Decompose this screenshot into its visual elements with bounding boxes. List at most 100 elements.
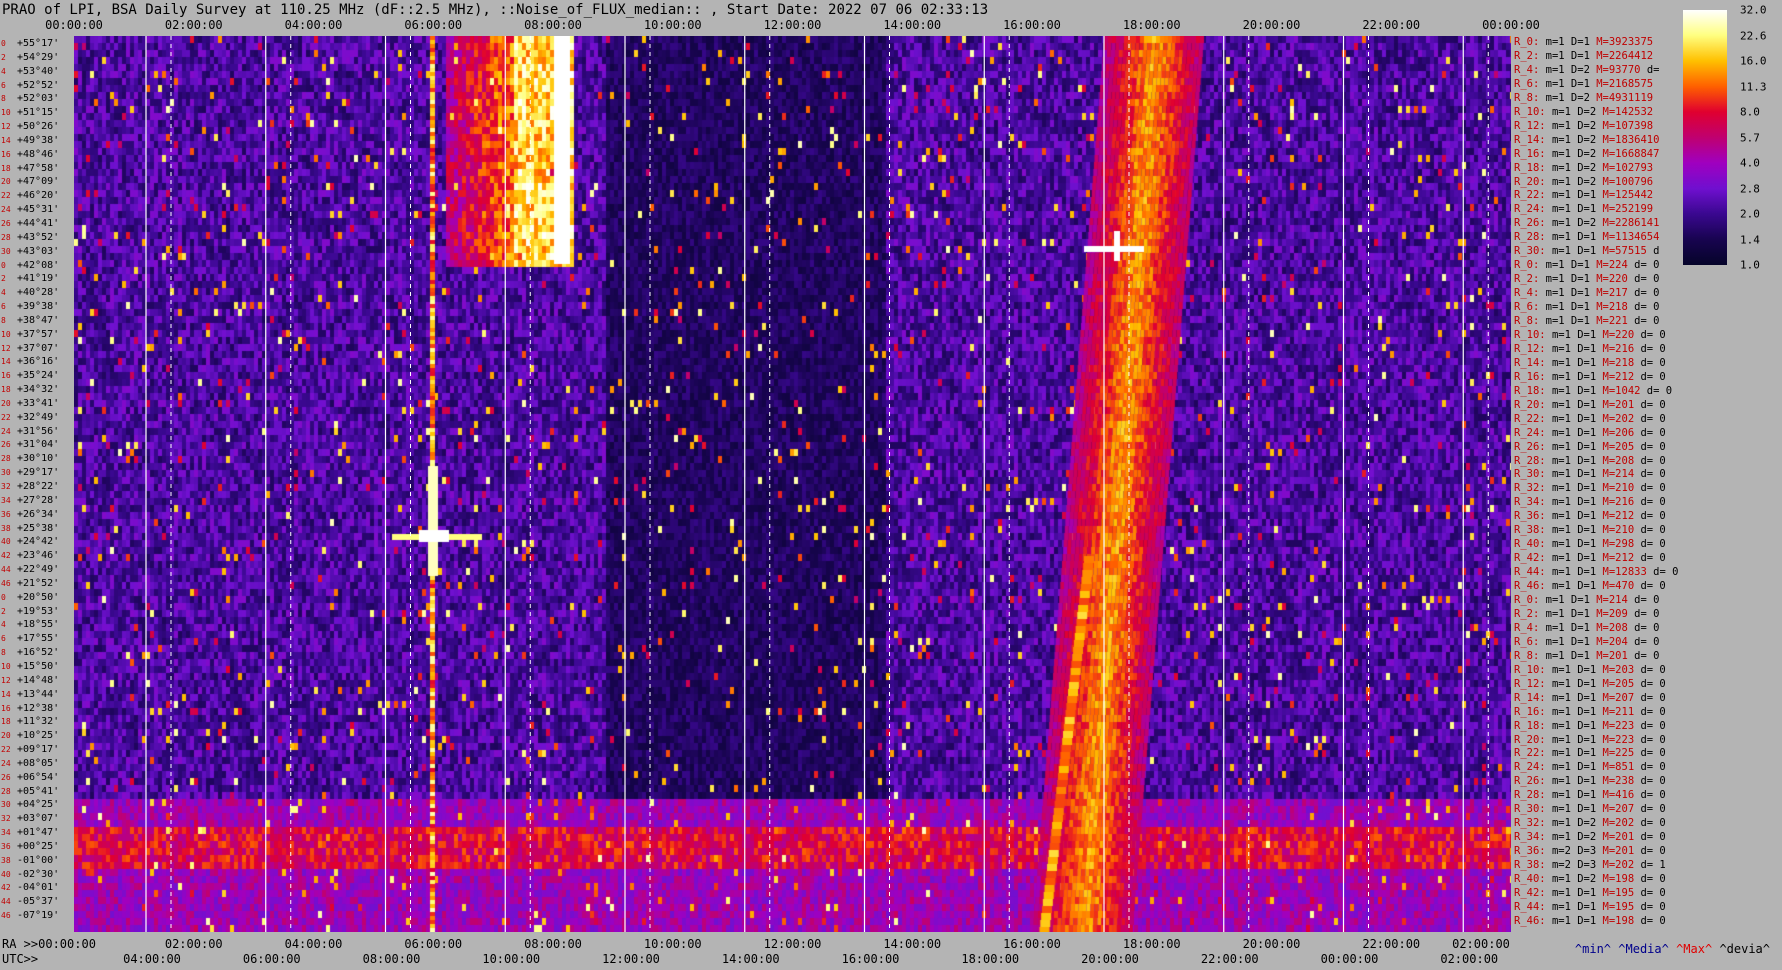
receiver-d-value: D=2 <box>1577 873 1597 885</box>
receiver-r-value: R_10: <box>1514 328 1546 341</box>
receiver-d-value: D=1 <box>1577 440 1597 453</box>
beam-index: 38 <box>1 855 11 865</box>
declination-label: 12 +14°48' <box>1 675 59 687</box>
declination-value: +18°55' <box>17 619 60 631</box>
receiver-m-value: m=1 <box>1551 831 1571 844</box>
utc-axis-label: UTC>> <box>2 952 39 966</box>
receiver-m-value: M=202 <box>1602 412 1635 425</box>
top-time-tick: 00:00:00 <box>1482 18 1540 32</box>
declination-label: 42 +23°46' <box>1 550 59 562</box>
beam-index: 2 <box>1 606 6 616</box>
receiver-d-value: D=1 <box>1577 189 1597 202</box>
receiver-d-value: D=1 <box>1577 384 1597 397</box>
beam-index: 20 <box>1 398 11 408</box>
receiver-d-value: D=1 <box>1577 510 1597 523</box>
receiver-d-value: D=1 <box>1570 36 1590 48</box>
utc-tick: 06:00:00 <box>242 952 301 966</box>
receiver-r-value: R_28: <box>1514 231 1546 244</box>
beam-index: 28 <box>1 454 11 464</box>
receiver-m-value: M=100796 <box>1602 175 1654 188</box>
beam-index: 18 <box>1 385 11 395</box>
receiver-r-value: R_10: <box>1514 663 1546 676</box>
receiver-m-value: M=206 <box>1602 426 1635 439</box>
receiver-m-value: m=1 <box>1551 691 1571 704</box>
receiver-d-value: D=2 <box>1577 133 1597 146</box>
beam-index: 6 <box>1 634 6 644</box>
utc-tick: 18:00:00 <box>961 952 1020 966</box>
receiver-r-value: R_28: <box>1514 454 1546 467</box>
receiver-r-value: R_0: <box>1514 36 1540 48</box>
receiver-row: R_10: m=1 D=1 M=203 d= 0 <box>1514 664 1672 677</box>
receiver-x-value: d= 0 <box>1640 663 1666 676</box>
receiver-m-value: m=1 <box>1551 245 1571 258</box>
receiver-m-value: M=218 <box>1602 356 1635 369</box>
receiver-row: R_8: m=1 D=2 M=4931119 <box>1514 92 1666 105</box>
declination-value: +22°49' <box>17 564 60 576</box>
receiver-r-value: R_18: <box>1514 384 1546 397</box>
declination-value: +42°08' <box>17 259 60 271</box>
receiver-x-value: d= 0 <box>1640 482 1666 495</box>
receiver-m-value: M=202 <box>1602 817 1635 830</box>
declination-label: 34 +01°47' <box>1 827 59 839</box>
declination-value: +52°03' <box>17 93 60 105</box>
ra-tick: 02:00:00 <box>1452 937 1510 951</box>
declination-label: 42 -04°01' <box>1 882 59 894</box>
receiver-d-value: D=2 <box>1577 161 1597 174</box>
receiver-m-value: m=1 <box>1545 649 1565 662</box>
declination-value: +17°55' <box>17 633 60 645</box>
declination-label: 6 +52°52' <box>1 80 59 92</box>
receiver-row: R_26: m=1 D=1 M=238 d= 0 <box>1514 775 1672 788</box>
ra-tick: 20:00:00 <box>1242 937 1301 951</box>
declination-label: 10 +51°15' <box>1 107 59 119</box>
declination-value: +16°52' <box>17 647 60 659</box>
receiver-m-value: M=223 <box>1602 719 1635 732</box>
declination-value: +34°32' <box>17 384 60 396</box>
receiver-m-value: m=1 <box>1551 412 1571 425</box>
receiver-r-value: R_10: <box>1514 105 1546 118</box>
receiver-row: R_8: m=1 D=1 M=221 d= 0 <box>1514 315 1666 328</box>
receiver-d-value: D=2 <box>1577 147 1597 160</box>
receiver-m-value: M=212 <box>1602 370 1635 383</box>
receiver-row: R_36: m=2 D=3 M=201 d= 0 <box>1514 845 1672 858</box>
declination-value: +24°42' <box>17 536 60 548</box>
receiver-m-value: m=1 <box>1545 607 1565 620</box>
top-time-tick: 04:00:00 <box>284 18 343 32</box>
receiver-row: R_16: m=1 D=1 M=212 d= 0 <box>1514 371 1672 384</box>
receiver-m-value: m=1 <box>1551 886 1571 899</box>
receiver-row: R_18: m=1 D=1 M=223 d= 0 <box>1514 720 1672 733</box>
receiver-r-value: R_22: <box>1514 189 1546 202</box>
beam-index: 22 <box>1 745 11 755</box>
receiver-m-value: M=4931119 <box>1596 91 1654 104</box>
receiver-x-value: d= 0 <box>1640 398 1666 411</box>
declination-label: 6 +39°38' <box>1 301 59 313</box>
receiver-row: R_26: m=1 D=2 M=2286141 <box>1514 217 1672 230</box>
receiver-row: R_44: m=1 D=1 M=12833 d= 0 <box>1514 566 1685 579</box>
declination-value: +23°46' <box>17 550 60 562</box>
utc-tick: 22:00:00 <box>1200 952 1259 966</box>
receiver-m-value: m=1 <box>1551 342 1571 355</box>
beam-index: 0 <box>1 592 6 602</box>
receiver-m-value: m=1 <box>1551 175 1571 188</box>
beam-index: 42 <box>1 551 11 561</box>
receiver-r-value: R_26: <box>1514 775 1546 788</box>
receiver-d-value: D=1 <box>1570 49 1590 62</box>
receiver-m-value: m=1 <box>1551 775 1571 788</box>
receiver-m-value: m=1 <box>1551 914 1571 927</box>
declination-label: 18 +47°58' <box>1 163 59 175</box>
receiver-row: R_20: m=1 D=2 M=100796 <box>1514 176 1666 189</box>
declination-label: 0 +20°50' <box>1 592 59 604</box>
receiver-r-value: R_8: <box>1514 649 1540 662</box>
receiver-m-value: m=1 <box>1551 398 1571 411</box>
declination-label: 14 +49°38' <box>1 135 59 147</box>
receiver-x-value: d= 0 <box>1640 817 1666 830</box>
beam-index: 46 <box>1 911 11 921</box>
receiver-r-value: R_2: <box>1514 607 1540 620</box>
declination-label: 28 +43°52' <box>1 232 59 244</box>
declination-label: 4 +18°55' <box>1 619 59 631</box>
receiver-r-value: R_0: <box>1514 594 1540 606</box>
receiver-x-value: d= 0 <box>1640 831 1666 844</box>
ra-tick: 02:00:00 <box>164 937 223 951</box>
receiver-m-value: m=1 <box>1551 203 1571 216</box>
receiver-r-value: R_22: <box>1514 747 1546 760</box>
top-time-tick: 02:00:00 <box>164 18 223 32</box>
